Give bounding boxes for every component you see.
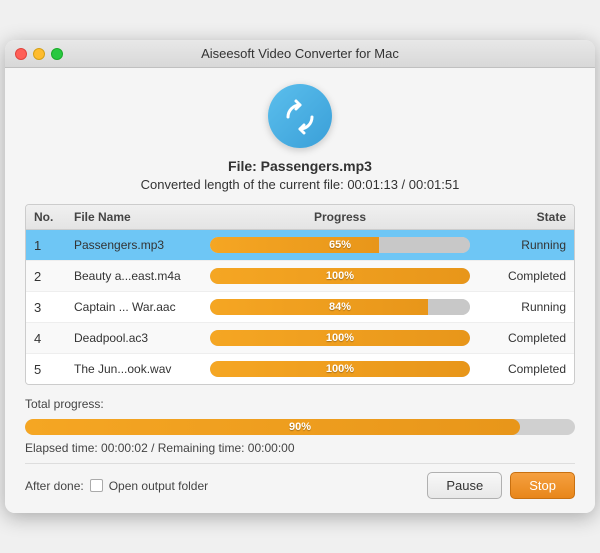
progress-bar-bg: 100% [210,268,470,284]
cell-filename: Beauty a...east.m4a [74,269,204,283]
progress-bar-bg: 100% [210,330,470,346]
cell-no: 5 [34,362,74,377]
cell-progress: 100% [204,361,476,377]
cell-state: Completed [476,269,566,283]
file-info: File: Passengers.mp3 Converted length of… [25,158,575,192]
table-row[interactable]: 2 Beauty a...east.m4a 100% Completed [26,261,574,292]
after-done-label: After done: [25,479,84,493]
elapsed-time: Elapsed time: 00:00:02 / Remaining time:… [25,441,575,455]
pause-button[interactable]: Pause [427,472,502,499]
table-row[interactable]: 1 Passengers.mp3 65% Running [26,230,574,261]
cell-progress: 100% [204,330,476,346]
progress-bar-bg: 84% [210,299,470,315]
total-progress-fill [25,419,520,435]
close-button[interactable] [15,48,27,60]
cell-progress: 84% [204,299,476,315]
table-body: 1 Passengers.mp3 65% Running 2 Beauty a.… [26,230,574,384]
cell-filename: Captain ... War.aac [74,300,204,314]
cell-progress: 100% [204,268,476,284]
open-output-checkbox[interactable] [90,479,103,492]
stop-button[interactable]: Stop [510,472,575,499]
progress-label: 84% [329,301,351,313]
total-progress-label: Total progress: [25,397,104,411]
col-header-progress: Progress [204,210,476,224]
bottom-bar: After done: Open output folder Pause Sto… [25,463,575,501]
window-title: Aiseesoft Video Converter for Mac [201,46,399,61]
total-progress-bar: 90% [25,419,575,435]
after-done-section: After done: Open output folder [25,479,208,493]
file-table: No. File Name Progress State 1 Passenger… [25,204,575,385]
total-progress-section: Total progress: 90% [25,395,575,435]
table-row[interactable]: 3 Captain ... War.aac 84% Running [26,292,574,323]
title-bar: Aiseesoft Video Converter for Mac [5,40,595,68]
open-output-label: Open output folder [109,479,208,493]
cell-no: 1 [34,238,74,253]
cell-state: Completed [476,362,566,376]
cell-state: Running [476,300,566,314]
cell-progress: 65% [204,237,476,253]
cell-no: 3 [34,300,74,315]
convert-icon [268,84,332,148]
cell-filename: Passengers.mp3 [74,238,204,252]
table-row[interactable]: 5 The Jun...ook.wav 100% Completed [26,354,574,384]
progress-label: 100% [326,270,354,282]
progress-label: 100% [326,332,354,344]
convert-svg-icon [281,97,319,135]
col-header-state: State [476,210,566,224]
conversion-icon-container [25,84,575,148]
cell-state: Completed [476,331,566,345]
action-buttons: Pause Stop [427,472,575,499]
cell-no: 4 [34,331,74,346]
cell-state: Running [476,238,566,252]
cell-filename: The Jun...ook.wav [74,362,204,376]
total-progress-value: 90% [289,421,311,433]
cell-no: 2 [34,269,74,284]
cell-filename: Deadpool.ac3 [74,331,204,345]
table-header: No. File Name Progress State [26,205,574,230]
converted-length: Converted length of the current file: 00… [25,177,575,192]
current-file-name: File: Passengers.mp3 [25,158,575,174]
maximize-button[interactable] [51,48,63,60]
app-window: Aiseesoft Video Converter for Mac File: … [5,40,595,513]
traffic-lights [15,48,63,60]
minimize-button[interactable] [33,48,45,60]
progress-bar-bg: 100% [210,361,470,377]
main-content: File: Passengers.mp3 Converted length of… [5,68,595,513]
table-row[interactable]: 4 Deadpool.ac3 100% Completed [26,323,574,354]
progress-label: 100% [326,363,354,375]
progress-label: 65% [329,239,351,251]
col-header-no: No. [34,210,74,224]
progress-bar-bg: 65% [210,237,470,253]
col-header-filename: File Name [74,210,204,224]
